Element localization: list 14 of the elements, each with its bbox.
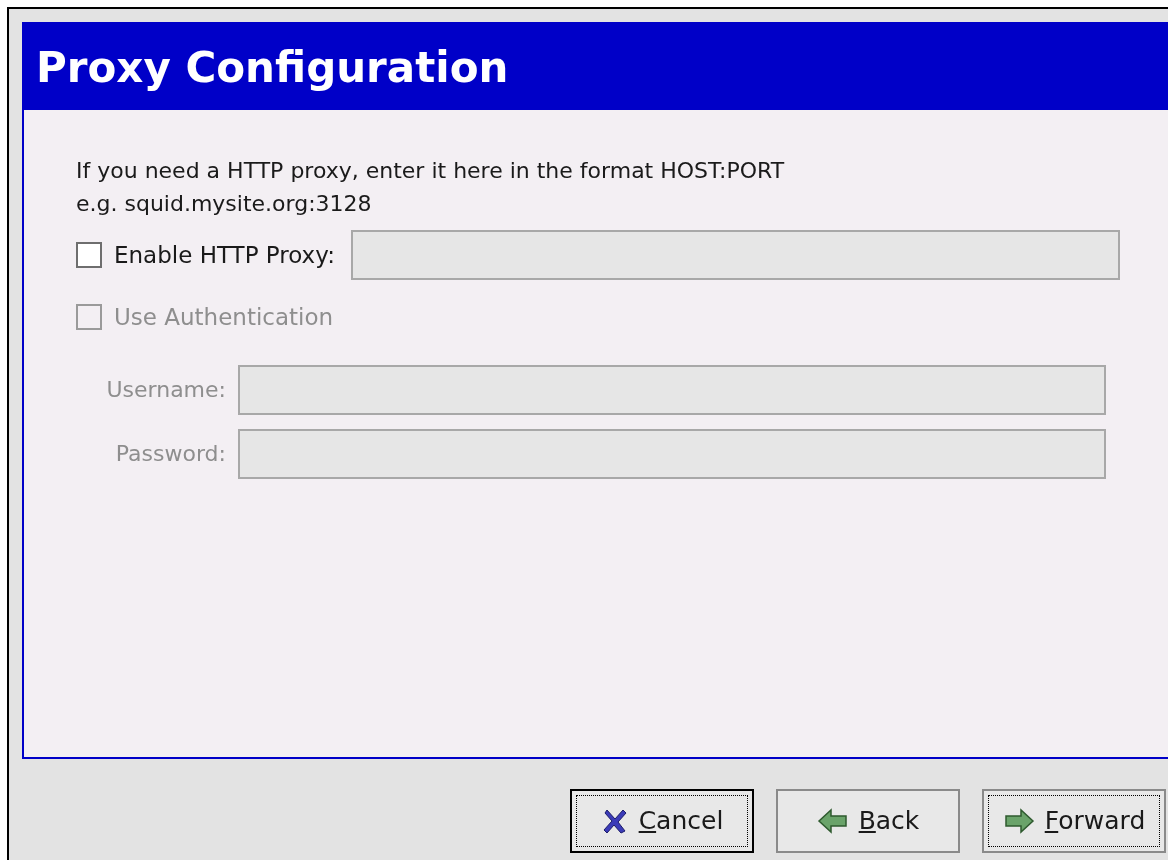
- instruction-text: e.g. squid.mysite.org:3128: [76, 190, 373, 218]
- right-arrow-icon: [1002, 807, 1035, 835]
- proxy-field[interactable]: [350, 230, 1120, 280]
- dialog-button[interactable]: Forward: [982, 789, 1166, 853]
- instruction-text: If you need a HTTP proxy, enter it here in the format HOST:PORT: [76, 157, 786, 185]
- checkbox-label: Enable HTTP Proxy:: [114, 240, 335, 270]
- checkbox[interactable]: [76, 242, 102, 268]
- left-arrow-icon: [816, 807, 849, 835]
- checkbox-label: Use Authentication: [114, 303, 334, 332]
- dialog-button[interactable]: Cancel: [570, 789, 754, 853]
- field-label: Password:: [114, 440, 226, 468]
- field-label: Username:: [105, 376, 226, 404]
- page-title: Proxy Configuration: [36, 41, 509, 94]
- dialog-button[interactable]: Back: [776, 789, 960, 853]
